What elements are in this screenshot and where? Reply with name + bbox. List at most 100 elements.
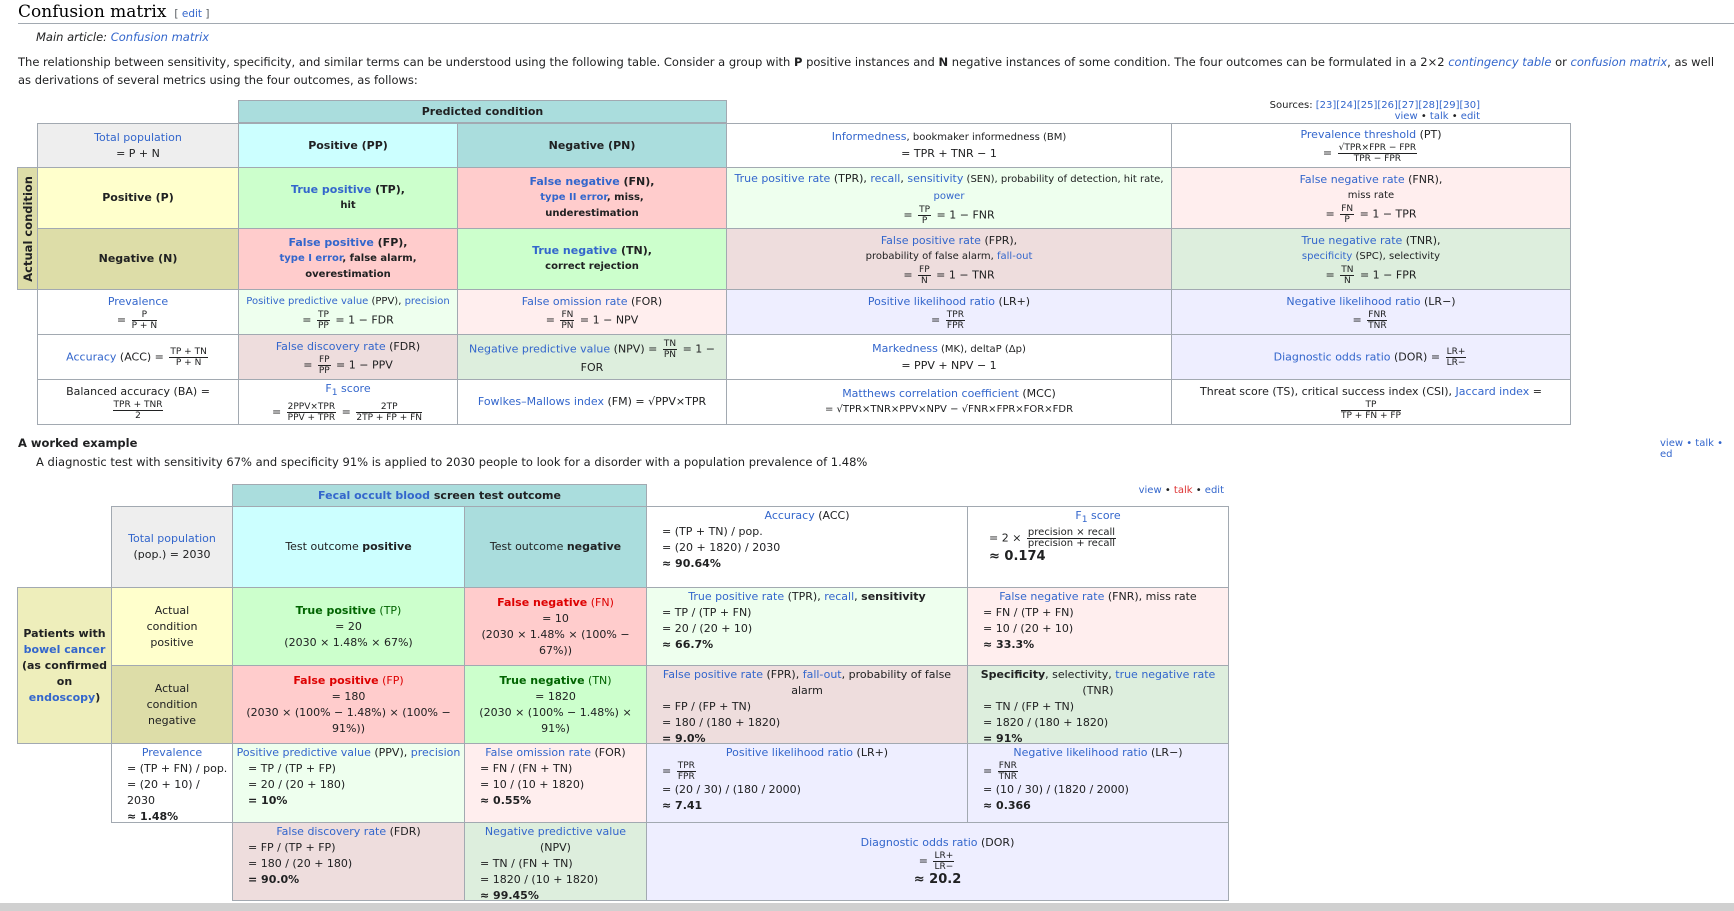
specificity-link[interactable]: specificity xyxy=(1302,251,1352,262)
ppv-link[interactable]: Positive predictive value xyxy=(246,296,368,307)
t2-tnr-link[interactable]: true negative rate xyxy=(1115,668,1215,681)
t2-lrp-text: (LR+) xyxy=(853,746,889,759)
npv-link[interactable]: Negative predictive value xyxy=(469,342,610,355)
prevalence-link[interactable]: Prevalence xyxy=(108,294,168,310)
t2-ppv-link[interactable]: Positive predictive value xyxy=(237,746,371,759)
t2-lrn-link[interactable]: Negative likelihood ratio xyxy=(1013,746,1147,759)
predicted-negative-header: Negative (PN) xyxy=(457,123,727,168)
outpos-label: Test outcome positive xyxy=(285,539,411,555)
contingency-table-link[interactable]: contingency table xyxy=(1448,55,1551,69)
acc-link[interactable]: Accuracy xyxy=(66,350,116,363)
t2-fnr-link[interactable]: False negative rate xyxy=(999,590,1104,603)
prevalence-num: P xyxy=(131,310,158,321)
recall-link[interactable]: recall xyxy=(870,172,900,185)
t2-fpr-link[interactable]: False positive rate xyxy=(663,668,763,681)
t2-lrp-link[interactable]: Positive likelihood ratio xyxy=(726,746,853,759)
mcc-link[interactable]: Matthews correlation coefficient xyxy=(842,387,1019,400)
tpr-link[interactable]: True positive rate xyxy=(734,172,830,185)
worked-edit[interactable]: edit xyxy=(1205,485,1224,496)
tpr-num: TP xyxy=(918,204,932,216)
nav-edit[interactable]: edit xyxy=(1461,111,1480,122)
t2-dor-link[interactable]: Diagnostic odds ratio xyxy=(861,836,978,849)
t2-for-lines: = FN / (FN + TN) = 10 / (10 + 1820) ≈ 0.55… xyxy=(468,761,584,809)
tp-link[interactable]: True positive xyxy=(291,183,371,196)
fp-link[interactable]: False positive xyxy=(289,236,374,249)
lrn-formula: = FNR TNR xyxy=(1352,309,1388,331)
t2-lrp-2: = (20 / 30) / (180 / 2000) xyxy=(662,783,801,796)
outpos-b: positive xyxy=(362,540,412,553)
endoscopy-link[interactable]: endoscopy xyxy=(29,691,95,704)
t2-npv-link[interactable]: Negative predictive value xyxy=(485,825,626,838)
t2-acc-link[interactable]: Accuracy xyxy=(764,509,814,522)
lr-minus-cell: Negative likelihood ratio (LR−) = FNR TNR xyxy=(1171,289,1571,335)
dor-link[interactable]: Diagnostic odds ratio xyxy=(1274,350,1391,363)
sensitivity-link[interactable]: sensitivity xyxy=(907,172,963,185)
edit-link[interactable]: edit xyxy=(182,8,202,20)
t2-fall-out-link[interactable]: fall-out xyxy=(803,668,842,681)
pt-link[interactable]: Prevalence threshold xyxy=(1300,128,1416,141)
bowel-cancer-link[interactable]: bowel cancer xyxy=(24,642,106,658)
t2-ppv-title: Positive predictive value (PPV), precisi… xyxy=(237,745,461,761)
t2-sensitivity: sensitivity xyxy=(861,590,926,603)
t2-for-3: ≈ 0.55% xyxy=(480,794,532,807)
worked-view[interactable]: view xyxy=(1139,485,1162,496)
fall-out-link[interactable]: fall-out xyxy=(997,251,1032,262)
fnr-sub: miss rate xyxy=(1347,189,1395,201)
fpr-cell: False positive rate (FPR), probability of… xyxy=(726,228,1172,290)
confusion-matrix-link[interactable]: confusion matrix xyxy=(1571,55,1668,69)
lrp-link[interactable]: Positive likelihood ratio xyxy=(868,295,995,308)
precision-link[interactable]: precision xyxy=(405,296,450,307)
jaccard-link[interactable]: Jaccard index xyxy=(1456,385,1530,398)
horizontal-scrollbar[interactable] xyxy=(0,903,1734,911)
t2-fp-label: False positive xyxy=(293,673,379,687)
ba-formula: Balanced accuracy (BA) = TPR + TNR 2 xyxy=(41,384,235,421)
informedness-link[interactable]: Informedness xyxy=(832,130,907,143)
tpr-fraction: TP P xyxy=(918,204,932,226)
ppv-cell: Positive predictive value (PPV), precisi… xyxy=(238,289,458,335)
fobt-link[interactable]: Fecal occult blood xyxy=(318,489,430,502)
for-link[interactable]: False omission rate xyxy=(522,295,628,308)
nav-view[interactable]: view xyxy=(1395,111,1418,122)
t2-tpr-link[interactable]: True positive rate xyxy=(688,590,784,603)
t2-f1-cell: F1 score = 2 × precision × recall precisio… xyxy=(967,506,1229,588)
f1-link[interactable]: F1 score xyxy=(325,382,370,398)
type1-error-link[interactable]: type I error xyxy=(279,253,342,264)
sources-refs[interactable]: [23][24][25][26][27][28][29][30] xyxy=(1316,100,1480,111)
worked-talk[interactable]: talk xyxy=(1174,485,1193,496)
t2-for-link[interactable]: False omission rate xyxy=(485,746,591,759)
t2-f1-link[interactable]: F1 score xyxy=(1075,509,1120,525)
fn-link[interactable]: False negative xyxy=(530,175,620,188)
fpr-link[interactable]: False positive rate xyxy=(881,234,981,247)
t2-prev-2: = (20 + 10) / 2030 xyxy=(127,778,200,807)
worked-nav-right-text[interactable]: view • talk • ed xyxy=(1660,438,1723,460)
fdr-link[interactable]: False discovery rate xyxy=(276,340,386,353)
fm-link[interactable]: Fowlkes–Mallows index xyxy=(478,395,604,408)
tn-link[interactable]: True negative xyxy=(532,244,617,257)
hatnote-link[interactable]: Confusion matrix xyxy=(111,30,209,44)
t2-fdr-link[interactable]: False discovery rate xyxy=(276,825,386,838)
tnr-link[interactable]: True negative rate xyxy=(1302,234,1403,247)
nav-talk[interactable]: talk xyxy=(1430,111,1449,122)
total-population-link[interactable]: Total population xyxy=(94,130,182,146)
fnr-link[interactable]: False negative rate xyxy=(1300,173,1405,186)
t2-recall-link[interactable]: recall xyxy=(824,590,854,603)
fnr-formula-rest: = 1 − TPR xyxy=(1359,207,1417,220)
fn-title: False negative (FN), xyxy=(530,174,655,190)
t2-total-population-link[interactable]: Total population xyxy=(128,531,216,547)
lrp-num: TPR xyxy=(945,309,965,321)
fm-text: (FM) = √PPV×TPR xyxy=(603,395,707,408)
actual-condition-label: Actual condition xyxy=(20,175,35,282)
tpr-cell: True positive rate (TPR), recall, sensit… xyxy=(726,167,1172,229)
tpr-formula-rest: = 1 − FNR xyxy=(936,208,995,221)
t2-precision-link[interactable]: precision xyxy=(411,746,461,759)
edit-link-wrap: [ edit ] xyxy=(174,8,210,20)
tnr-den: N xyxy=(1343,275,1351,286)
mcc-formula: = √TPR×TNR×PPV×NPV − √FNR×FPR×FOR×FDR xyxy=(824,404,1074,415)
section-header: Confusion matrix [ edit ] xyxy=(18,2,1734,24)
mk-link[interactable]: Markedness xyxy=(872,342,938,355)
power-link[interactable]: power xyxy=(934,191,965,202)
total-population-cell: Total population = P + N xyxy=(37,123,239,168)
type2-error-link[interactable]: type II error xyxy=(540,192,607,203)
t2-prevalence-link[interactable]: Prevalence xyxy=(142,745,202,761)
lrn-link[interactable]: Negative likelihood ratio xyxy=(1286,295,1420,308)
